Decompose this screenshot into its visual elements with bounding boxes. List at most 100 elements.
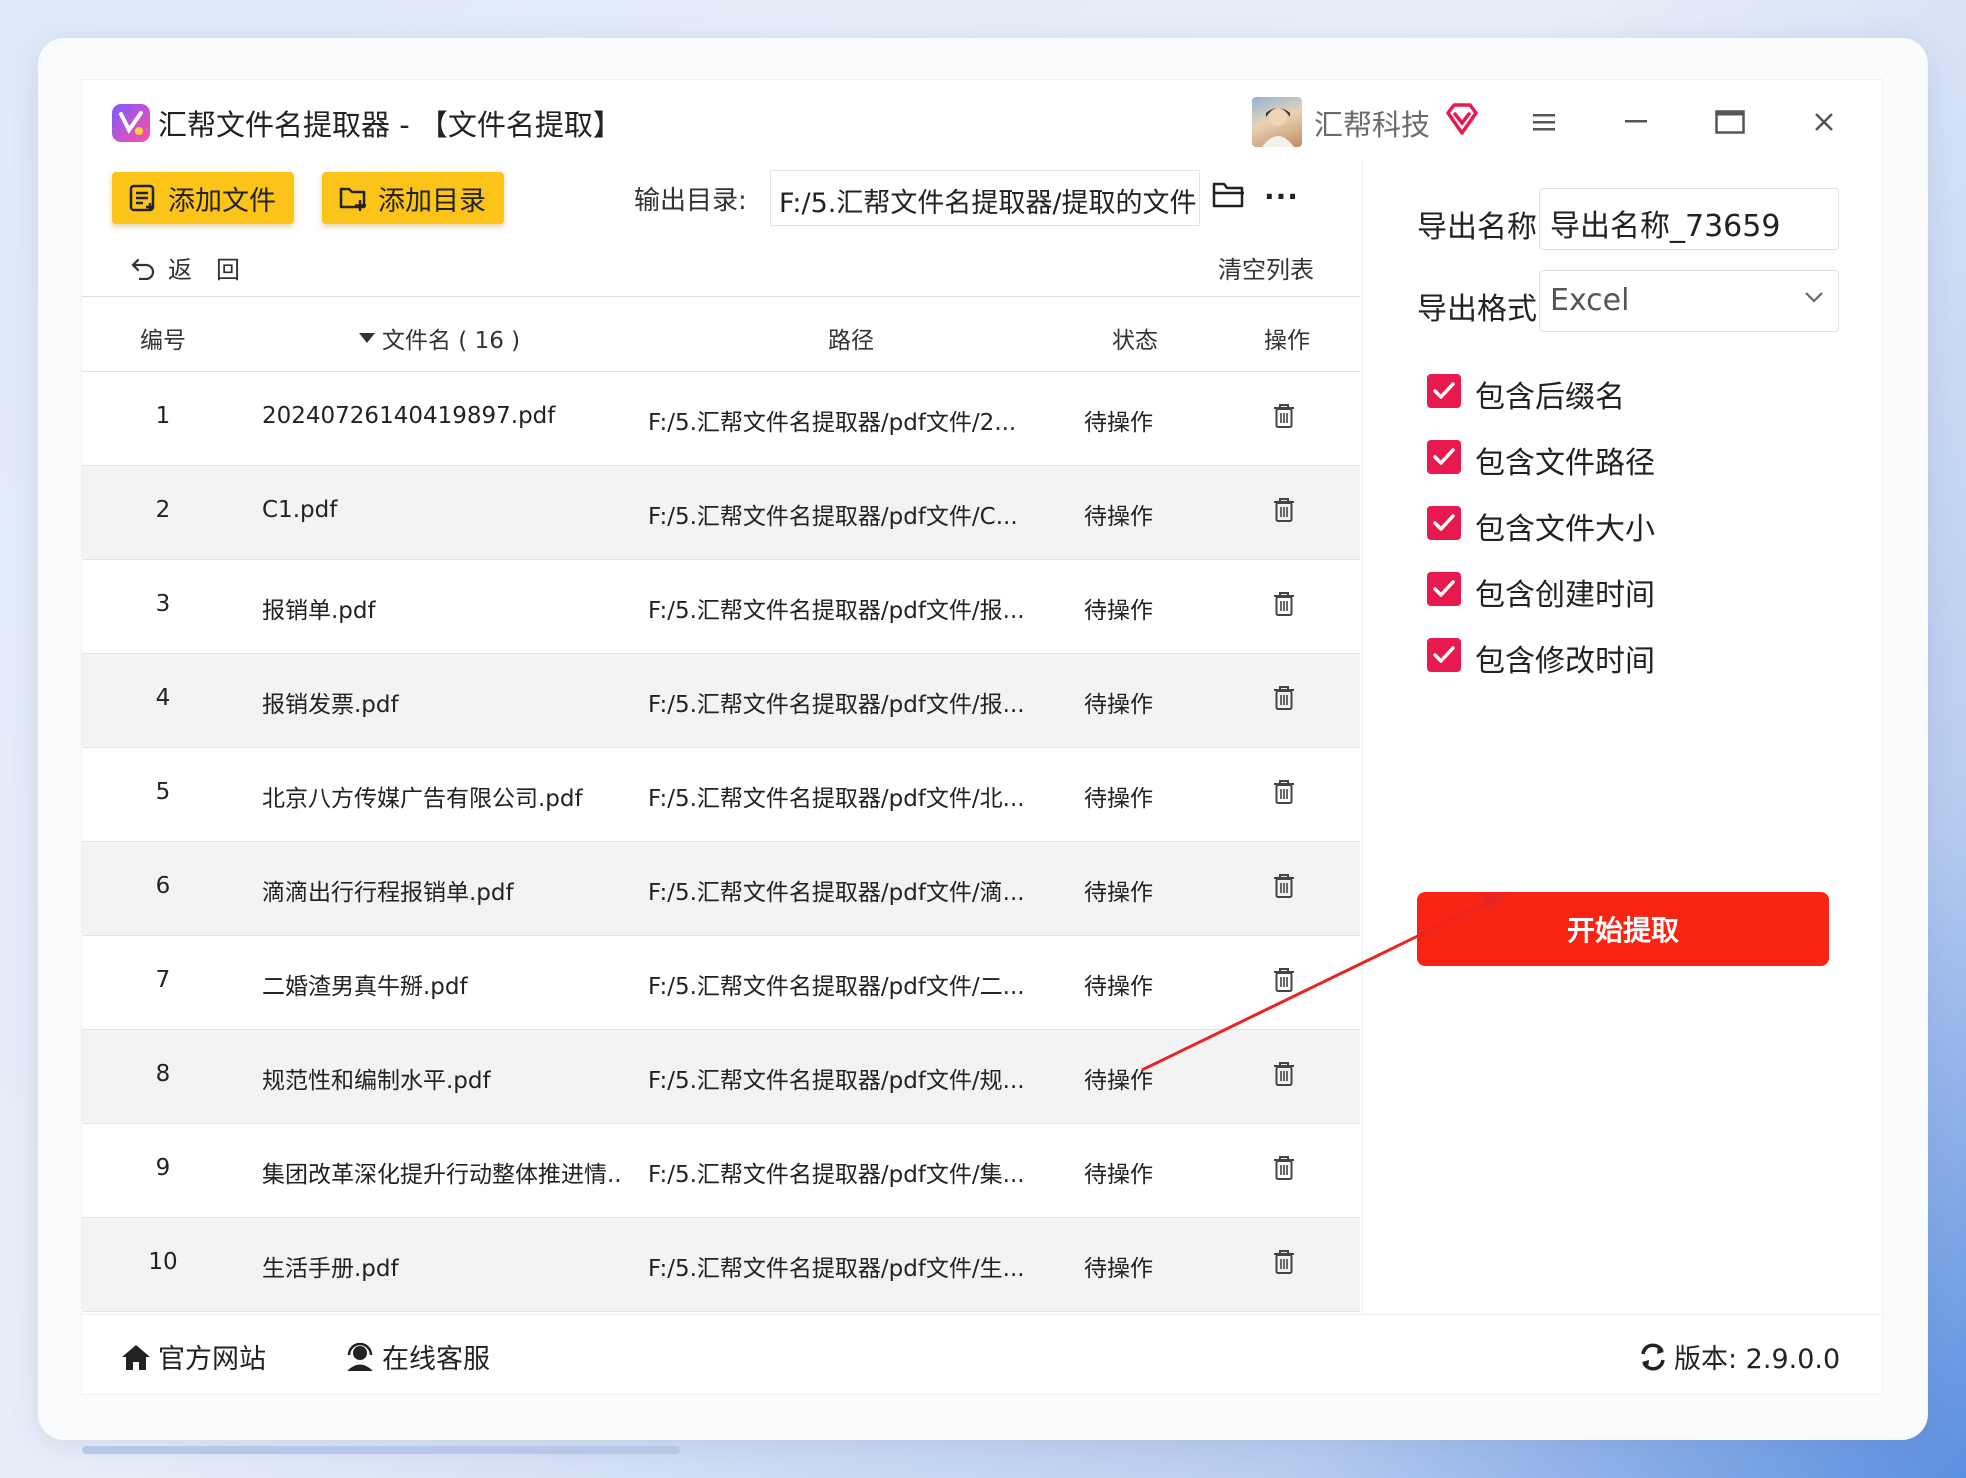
maximize-icon[interactable] bbox=[1708, 100, 1752, 144]
folder-icon[interactable] bbox=[1212, 180, 1246, 214]
table-row[interactable]: 4 报销发票.pdf F:/5.汇帮文件名提取器/pdf文件/报... 待操作 bbox=[82, 654, 1360, 748]
row-status: 待操作 bbox=[1084, 786, 1153, 812]
row-status: 待操作 bbox=[1084, 1068, 1153, 1094]
avatar[interactable] bbox=[1252, 97, 1302, 147]
table-row[interactable]: 2 C1.pdf F:/5.汇帮文件名提取器/pdf文件/C... 待操作 bbox=[82, 466, 1360, 560]
include-extension-checkbox[interactable] bbox=[1427, 374, 1461, 408]
row-file-name: 报销发票.pdf bbox=[262, 692, 399, 718]
check-icon bbox=[1433, 382, 1455, 399]
trash-icon[interactable] bbox=[1272, 591, 1296, 621]
row-path: F:/5.汇帮文件名提取器/pdf文件/2... bbox=[648, 410, 1017, 436]
export-format-value: Excel bbox=[1550, 283, 1630, 318]
export-format-label: 导出格式 bbox=[1417, 292, 1537, 327]
close-icon[interactable] bbox=[1802, 100, 1846, 144]
add-file-label: 添加文件 bbox=[168, 185, 276, 217]
include-path-label[interactable]: 包含文件路径 bbox=[1475, 438, 1655, 482]
official-website-link[interactable]: 官方网站 bbox=[120, 1337, 266, 1376]
horizontal-scrollbar[interactable] bbox=[82, 1446, 680, 1454]
version-info[interactable]: 版本: 2.9.0.0 bbox=[1638, 1337, 1840, 1376]
table-row[interactable]: 3 报销单.pdf F:/5.汇帮文件名提取器/pdf文件/报... 待操作 bbox=[82, 560, 1360, 654]
row-path: F:/5.汇帮文件名提取器/pdf文件/报... bbox=[648, 692, 1025, 718]
more-icon[interactable]: ··· bbox=[1264, 180, 1299, 213]
check-icon bbox=[1433, 514, 1455, 531]
add-file-button[interactable]: 添加文件 bbox=[112, 172, 294, 224]
sort-down-icon bbox=[359, 333, 375, 343]
table-row[interactable]: 6 滴滴出行行程报销单.pdf F:/5.汇帮文件名提取器/pdf文件/滴...… bbox=[82, 842, 1360, 936]
include-size-checkbox[interactable] bbox=[1427, 506, 1461, 540]
row-file-name: 滴滴出行行程报销单.pdf bbox=[262, 880, 514, 906]
table-row[interactable]: 10 生活手册.pdf F:/5.汇帮文件名提取器/pdf文件/生... 待操作 bbox=[82, 1218, 1360, 1312]
include-path-checkbox[interactable] bbox=[1427, 440, 1461, 474]
row-path: F:/5.汇帮文件名提取器/pdf文件/滴... bbox=[648, 880, 1025, 906]
back-label: 返 回 bbox=[168, 256, 240, 284]
online-service-link[interactable]: 在线客服 bbox=[344, 1337, 490, 1376]
row-file-name: 20240726140419897.pdf bbox=[262, 403, 556, 429]
row-path: F:/5.汇帮文件名提取器/pdf文件/二... bbox=[648, 974, 1025, 1000]
table-row[interactable]: 5 北京八方传媒广告有限公司.pdf F:/5.汇帮文件名提取器/pdf文件/北… bbox=[82, 748, 1360, 842]
row-file-name: 规范性和编制水平.pdf bbox=[262, 1068, 491, 1094]
header-status: 状态 bbox=[1112, 328, 1158, 354]
include-extension-label[interactable]: 包含后缀名 bbox=[1475, 372, 1625, 416]
version-label: 版本: 2.9.0.0 bbox=[1674, 1344, 1841, 1375]
trash-icon[interactable] bbox=[1272, 403, 1296, 433]
trash-icon[interactable] bbox=[1272, 1155, 1296, 1185]
vip-icon[interactable] bbox=[1444, 101, 1480, 137]
trash-icon[interactable] bbox=[1272, 497, 1296, 527]
row-status: 待操作 bbox=[1084, 504, 1153, 530]
row-number: 6 bbox=[155, 873, 171, 899]
table-header: 编号 文件名 ( 16 ) 路径 状态 操作 bbox=[82, 296, 1360, 372]
app-window: 汇帮文件名提取器 - 【文件名提取】 汇帮科技 添加文件 添加目录 输出目录: … bbox=[82, 80, 1882, 1394]
row-path: F:/5.汇帮文件名提取器/pdf文件/生... bbox=[648, 1256, 1025, 1282]
output-directory-field[interactable]: F:/5.汇帮文件名提取器/提取的文件 bbox=[770, 170, 1200, 226]
row-number: 9 bbox=[155, 1155, 171, 1181]
row-path: F:/5.汇帮文件名提取器/pdf文件/规... bbox=[648, 1068, 1025, 1094]
chevron-down-icon bbox=[1805, 292, 1823, 303]
menu-icon[interactable] bbox=[1522, 100, 1566, 144]
trash-icon[interactable] bbox=[1272, 967, 1296, 997]
user-name[interactable]: 汇帮科技 bbox=[1314, 102, 1430, 144]
status-bar: 官方网站 在线客服 版本: 2.9.0.0 bbox=[82, 1314, 1882, 1394]
row-file-name: 二婚渣男真牛掰.pdf bbox=[262, 974, 468, 1000]
row-number: 7 bbox=[155, 967, 171, 993]
trash-icon[interactable] bbox=[1272, 779, 1296, 809]
table-row[interactable]: 7 二婚渣男真牛掰.pdf F:/5.汇帮文件名提取器/pdf文件/二... 待… bbox=[82, 936, 1360, 1030]
refresh-icon bbox=[1641, 1343, 1665, 1370]
row-number: 5 bbox=[155, 779, 171, 805]
row-file-name: 集团改革深化提升行动整体推进情... bbox=[262, 1162, 622, 1188]
add-directory-button[interactable]: 添加目录 bbox=[322, 172, 504, 224]
table-row[interactable]: 1 20240726140419897.pdf F:/5.汇帮文件名提取器/pd… bbox=[82, 372, 1360, 466]
include-modified-label[interactable]: 包含修改时间 bbox=[1475, 636, 1655, 680]
trash-icon[interactable] bbox=[1272, 1249, 1296, 1279]
table-row[interactable]: 8 规范性和编制水平.pdf F:/5.汇帮文件名提取器/pdf文件/规... … bbox=[82, 1030, 1360, 1124]
trash-icon[interactable] bbox=[1272, 685, 1296, 715]
table-row[interactable]: 9 集团改革深化提升行动整体推进情... F:/5.汇帮文件名提取器/pdf文件… bbox=[82, 1124, 1360, 1218]
row-status: 待操作 bbox=[1084, 692, 1153, 718]
row-number: 3 bbox=[155, 591, 171, 617]
check-icon bbox=[1433, 646, 1455, 663]
export-name-input[interactable]: 导出名称_73659 bbox=[1539, 188, 1839, 250]
export-name-label: 导出名称 bbox=[1417, 210, 1537, 245]
app-logo-icon bbox=[112, 104, 150, 142]
include-size-label[interactable]: 包含文件大小 bbox=[1475, 504, 1655, 548]
export-format-select[interactable]: Excel bbox=[1539, 270, 1839, 332]
minimize-icon[interactable] bbox=[1614, 100, 1658, 144]
include-modified-checkbox[interactable] bbox=[1427, 638, 1461, 672]
row-status: 待操作 bbox=[1084, 1162, 1153, 1188]
header-name[interactable]: 文件名 ( 16 ) bbox=[358, 321, 520, 355]
row-path: F:/5.汇帮文件名提取器/pdf文件/C... bbox=[648, 504, 1018, 530]
start-extract-button[interactable]: 开始提取 bbox=[1417, 892, 1829, 966]
trash-icon[interactable] bbox=[1272, 1061, 1296, 1091]
row-status: 待操作 bbox=[1084, 974, 1153, 1000]
row-file-name: 报销单.pdf bbox=[262, 598, 376, 624]
back-button[interactable]: 返 回 bbox=[130, 250, 240, 285]
clear-list-button[interactable]: 清空列表 bbox=[1218, 250, 1314, 285]
include-created-checkbox[interactable] bbox=[1427, 572, 1461, 606]
row-file-name: C1.pdf bbox=[262, 497, 338, 523]
row-status: 待操作 bbox=[1084, 410, 1153, 436]
add-folder-icon bbox=[339, 187, 366, 211]
include-created-label[interactable]: 包含创建时间 bbox=[1475, 570, 1655, 614]
row-path: F:/5.汇帮文件名提取器/pdf文件/集... bbox=[648, 1162, 1025, 1188]
title-bar: 汇帮文件名提取器 - 【文件名提取】 汇帮科技 bbox=[82, 80, 1882, 162]
trash-icon[interactable] bbox=[1272, 873, 1296, 903]
add-directory-label: 添加目录 bbox=[378, 185, 486, 217]
